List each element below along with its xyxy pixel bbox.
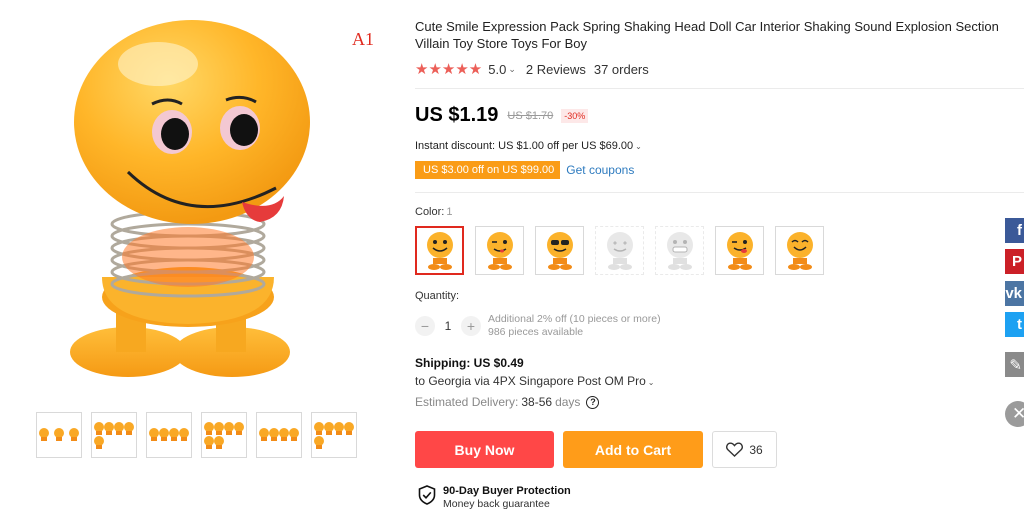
delivery-label: Estimated Delivery: — [415, 395, 519, 409]
color-selected-value: 1 — [446, 206, 453, 218]
vk-share-icon[interactable]: vk — [1005, 281, 1024, 306]
color-swatch-smile[interactable] — [415, 226, 464, 275]
shield-check-icon — [418, 485, 436, 505]
action-buttons: Buy Now Add to Cart 36 — [415, 431, 777, 468]
quantity-info: Additional 2% off (10 pieces or more) 98… — [488, 313, 661, 339]
buyer-protection: 90-Day Buyer Protection Money back guara… — [418, 485, 571, 511]
color-label: Color: 1 — [415, 206, 452, 218]
divider — [415, 192, 1024, 193]
color-swatch-sunglasses[interactable] — [535, 226, 584, 275]
chevron-down-icon[interactable]: ⌄ — [508, 64, 516, 75]
orders-count: 37 orders — [593, 61, 649, 77]
product-thumbnail[interactable] — [36, 412, 82, 458]
edit-pencil-icon[interactable]: ✎ — [1005, 352, 1024, 377]
buy-now-button[interactable]: Buy Now — [415, 431, 554, 468]
product-thumbnail[interactable] — [311, 412, 357, 458]
main-product-image — [70, 20, 310, 377]
close-icon[interactable]: ✕ — [1005, 401, 1024, 427]
color-swatch-heart-eyes[interactable] — [595, 226, 644, 275]
instant-discount-text: Instant discount: US $1.00 off per US $6… — [415, 140, 634, 152]
coupon-badge[interactable]: US $3.00 off on US $99.00 — [415, 161, 561, 179]
product-thumbnail[interactable] — [146, 412, 192, 458]
product-title: Cute Smile Expression Pack Spring Shakin… — [415, 19, 999, 51]
quantity-stepper: − 1 + Additional 2% off (10 pieces or mo… — [415, 313, 661, 339]
price-row: US $1.19 US $1.70 -30% — [415, 104, 589, 127]
protection-title: 90-Day Buyer Protection — [443, 485, 571, 497]
quantity-input[interactable]: 1 — [435, 319, 461, 333]
color-label-text: Color: — [415, 206, 445, 218]
thumbnail-strip — [36, 412, 357, 458]
model-code-label: A1 — [352, 29, 374, 49]
bulk-discount-text: Additional 2% off (10 pieces or more) — [488, 313, 661, 325]
pinterest-share-icon[interactable]: P — [1005, 249, 1024, 274]
divider — [415, 88, 1024, 89]
color-swatch-wink-tongue[interactable] — [715, 226, 764, 275]
color-swatches — [415, 226, 824, 275]
product-thumbnail[interactable] — [201, 412, 247, 458]
add-to-cart-button[interactable]: Add to Cart — [563, 431, 703, 468]
current-price: US $1.19 — [415, 104, 499, 126]
wishlist-count: 36 — [749, 442, 763, 457]
chevron-down-icon[interactable]: ⌄ — [648, 378, 655, 387]
shipping-destination-text: to Georgia via 4PX Singapore Post OM Pro — [415, 374, 646, 388]
estimated-delivery: Estimated Delivery: 38-56 days ? — [415, 395, 600, 409]
product-thumbnail[interactable] — [91, 412, 137, 458]
color-swatch-happy[interactable] — [775, 226, 824, 275]
chevron-down-icon[interactable]: ⌄ — [635, 142, 642, 151]
shipping-destination[interactable]: to Georgia via 4PX Singapore Post OM Pro… — [415, 374, 655, 388]
pieces-available-text: 986 pieces available — [488, 326, 584, 338]
help-icon[interactable]: ? — [586, 395, 600, 409]
protection-subtitle: Money back guarantee — [443, 498, 550, 510]
wishlist-button[interactable]: 36 — [712, 431, 777, 468]
discount-badge: -30% — [561, 108, 589, 123]
reviews-link[interactable]: 2 Reviews — [526, 62, 586, 77]
color-swatch-grin[interactable] — [655, 226, 704, 275]
rating-value[interactable]: 5.0 — [488, 62, 506, 77]
facebook-share-icon[interactable]: f — [1005, 218, 1024, 243]
delivery-unit: days — [555, 395, 581, 409]
increase-quantity-button[interactable]: + — [461, 316, 481, 336]
original-price: US $1.70 — [507, 109, 554, 122]
decrease-quantity-button[interactable]: − — [415, 316, 435, 336]
product-thumbnail[interactable] — [256, 412, 302, 458]
rating-row: ★★★★★ 5.0 ⌄ 2 Reviews 37 orders — [415, 60, 649, 78]
delivery-days: 38-56 — [521, 395, 553, 409]
shipping-cost: Shipping: US $0.49 — [415, 356, 524, 370]
star-rating-icons: ★★★★★ — [415, 61, 483, 78]
color-swatch-wink[interactable] — [475, 226, 524, 275]
instant-discount[interactable]: Instant discount: US $1.00 off per US $6… — [415, 140, 642, 152]
quantity-label: Quantity: — [415, 290, 460, 302]
heart-icon — [726, 442, 744, 457]
twitter-share-icon[interactable]: t — [1005, 312, 1024, 337]
get-coupons-link[interactable]: Get coupons — [566, 163, 634, 177]
coupon-row: US $3.00 off on US $99.00 Get coupons — [415, 161, 634, 179]
